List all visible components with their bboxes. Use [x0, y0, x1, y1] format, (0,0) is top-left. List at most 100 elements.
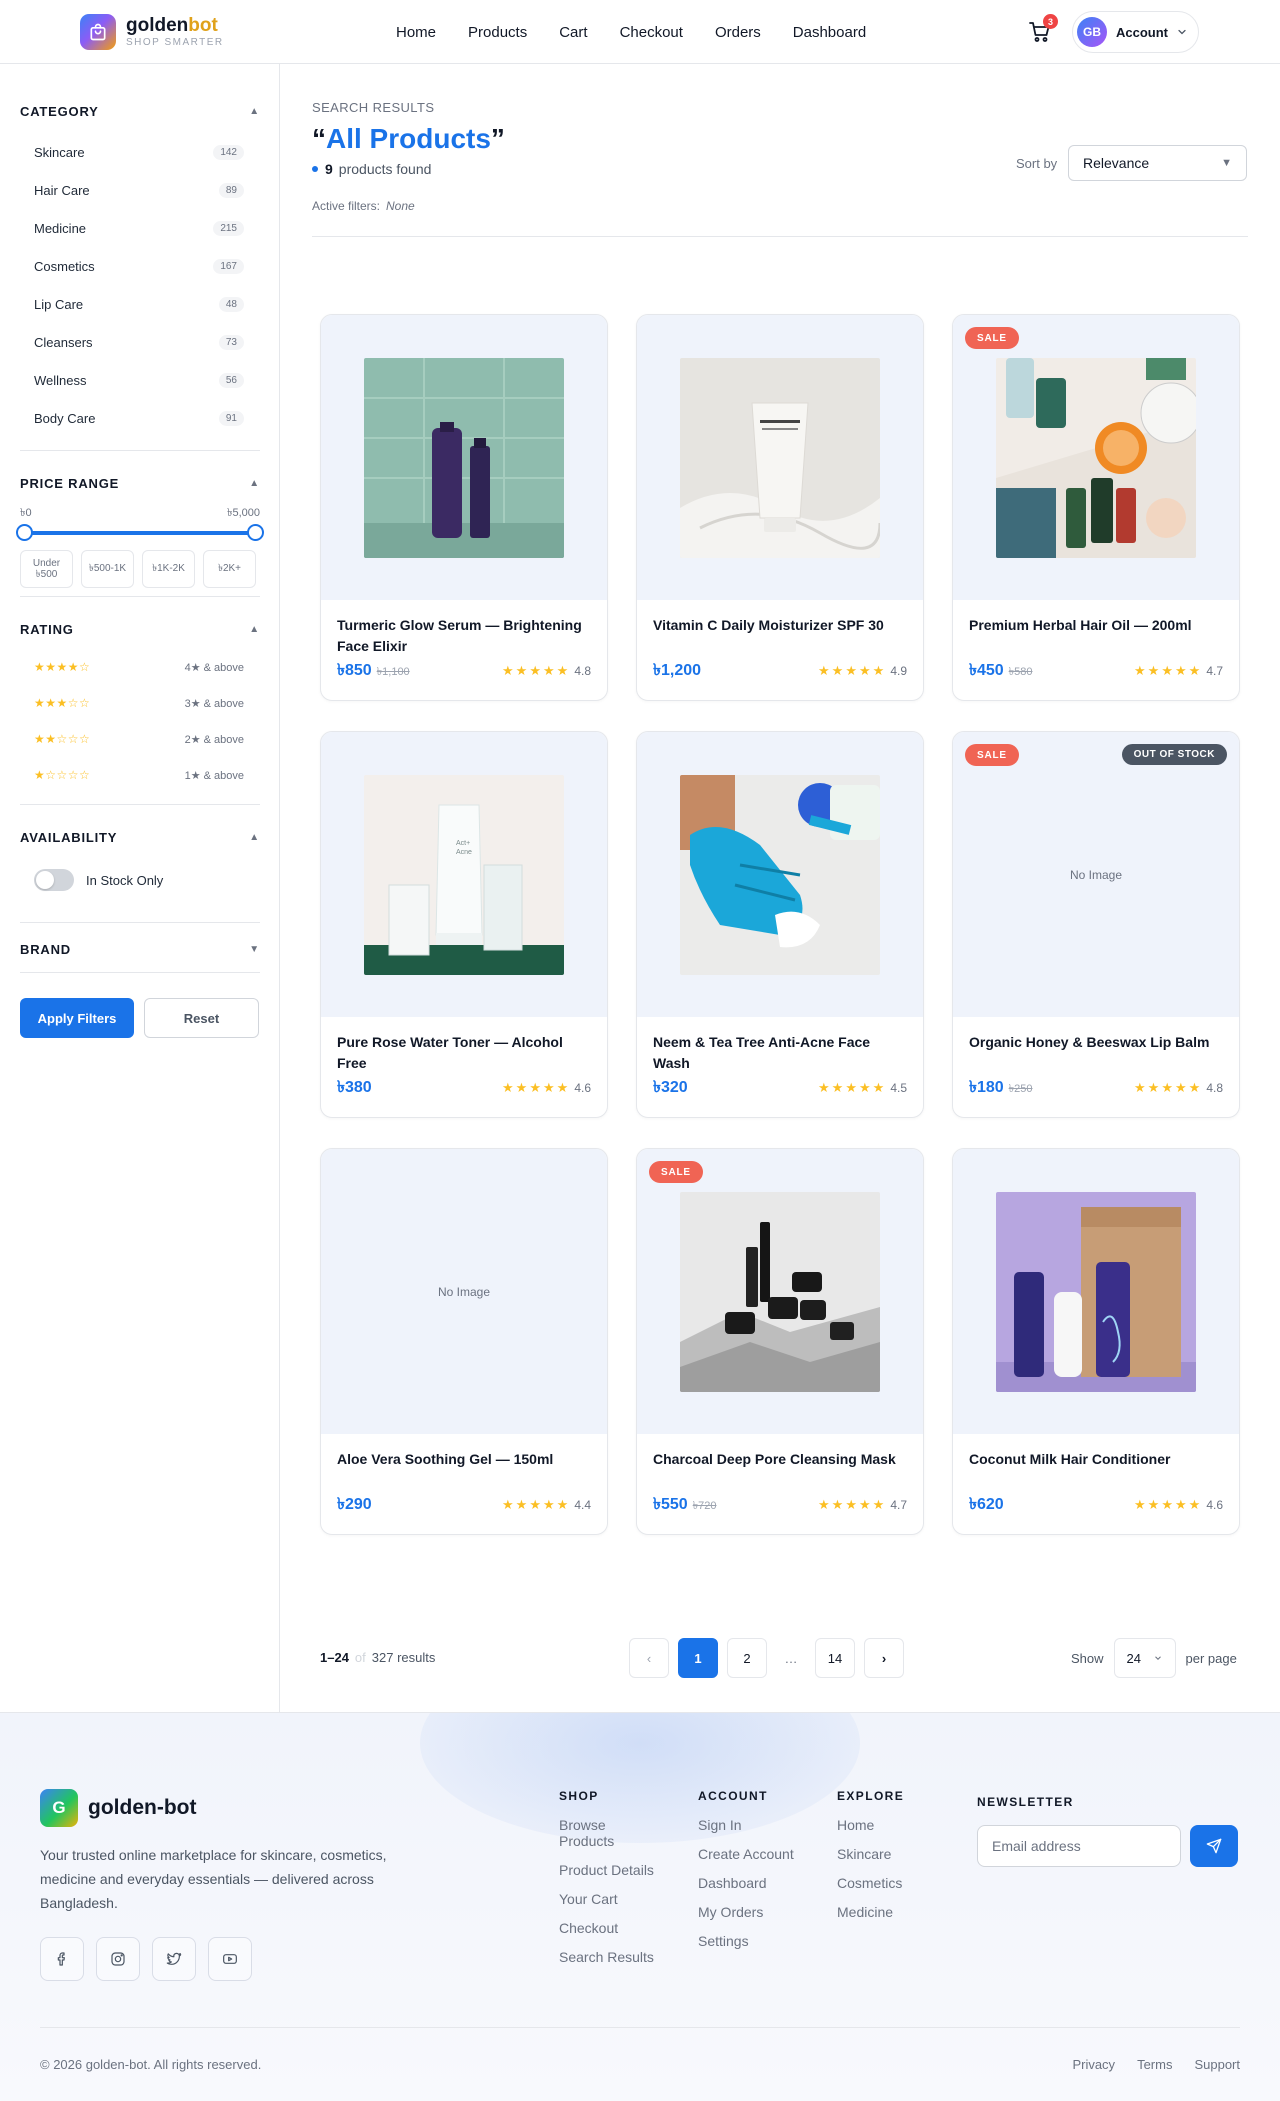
product-image-area[interactable]: No Image — [321, 1149, 607, 1434]
product-card[interactable]: Neem & Tea Tree Anti-Acne Face Wash ৳320 ★… — [636, 731, 924, 1118]
product-name[interactable]: Pure Rose Water Toner — Alcohol Free — [337, 1032, 591, 1074]
nav-checkout[interactable]: Checkout — [604, 24, 699, 41]
footer-link-search-results[interactable]: Search Results — [559, 1949, 659, 1965]
price-chip-2k-plus[interactable]: ৳2K+ — [203, 550, 256, 588]
footer-link-checkout[interactable]: Checkout — [559, 1920, 659, 1936]
product-name[interactable]: Premium Herbal Hair Oil — 200ml — [969, 615, 1223, 657]
page-button-2[interactable]: 2 — [727, 1638, 767, 1678]
footer-link-product-details[interactable]: Product Details — [559, 1862, 659, 1878]
product-name[interactable]: Charcoal Deep Pore Cleansing Mask — [653, 1449, 907, 1491]
footer-link-dashboard[interactable]: Dashboard — [698, 1875, 798, 1891]
footer-link-create-account[interactable]: Create Account — [698, 1846, 798, 1862]
in-stock-toggle[interactable] — [34, 869, 74, 891]
product-image-area[interactable] — [953, 1149, 1239, 1434]
rating-option-3[interactable]: ★★★☆☆ 3★ & above — [20, 685, 260, 721]
product-image-area[interactable]: SALE — [953, 315, 1239, 600]
footer-brand[interactable]: G golden-bot — [40, 1789, 196, 1827]
availability-header[interactable]: AVAILABILITY ▲ — [20, 830, 260, 845]
account-menu-button[interactable]: GB Account — [1072, 11, 1199, 53]
product-card[interactable]: SALE Charcoal Deep Pore Cleansing Mask ৳55… — [636, 1148, 924, 1535]
product-card[interactable]: SALE Premium Herbal Hair Oil — 200ml ৳450 ৳… — [952, 314, 1240, 701]
cart-button[interactable]: 3 — [1028, 14, 1058, 46]
divider — [20, 804, 260, 805]
product-name[interactable]: Aloe Vera Soothing Gel — 150ml — [337, 1449, 591, 1491]
twitter-link[interactable] — [152, 1937, 196, 1981]
footer-link-your-cart[interactable]: Your Cart — [559, 1891, 659, 1907]
product-image-area[interactable] — [637, 315, 923, 600]
price-chip-1k-2k[interactable]: ৳1K-2K — [142, 550, 195, 588]
nav-products[interactable]: Products — [452, 24, 543, 41]
nav-dashboard[interactable]: Dashboard — [777, 24, 882, 41]
brand-logo[interactable]: goldenbot SHOP SMARTER — [80, 14, 224, 50]
youtube-link[interactable] — [208, 1937, 252, 1981]
category-item-skincare[interactable]: Skincare 142 — [20, 133, 260, 171]
newsletter-submit-button[interactable] — [1190, 1825, 1238, 1867]
nav-orders[interactable]: Orders — [699, 24, 777, 41]
footer-link-settings[interactable]: Settings — [698, 1933, 798, 1949]
footer-link-home[interactable]: Home — [837, 1817, 937, 1833]
footer-link-cosmetics[interactable]: Cosmetics — [837, 1875, 937, 1891]
star-icons: ★★★☆☆ — [34, 696, 91, 710]
product-name[interactable]: Coconut Milk Hair Conditioner — [969, 1449, 1223, 1491]
price-range-slider[interactable] — [16, 523, 264, 543]
product-card[interactable]: Act+ Acne Pure Rose Water Toner — Alcohol … — [320, 731, 608, 1118]
instagram-link[interactable] — [96, 1937, 140, 1981]
product-rating: ★★★★★ 4.5 — [818, 1080, 907, 1096]
sort-select[interactable]: Relevance ▼ — [1068, 145, 1247, 181]
rating-option-1[interactable]: ★☆☆☆☆ 1★ & above — [20, 757, 260, 793]
rating-header[interactable]: RATING ▲ — [20, 622, 260, 637]
category-item-medicine[interactable]: Medicine 215 — [20, 209, 260, 247]
product-name[interactable]: Neem & Tea Tree Anti-Acne Face Wash — [653, 1032, 907, 1074]
per-page-select[interactable]: 24 — [1113, 1638, 1176, 1678]
footer-link-sign-in[interactable]: Sign In — [698, 1817, 798, 1833]
product-card[interactable]: Vitamin C Daily Moisturizer SPF 30 ৳1,200… — [636, 314, 924, 701]
product-card[interactable]: No Image Aloe Vera Soothing Gel — 150ml ৳2… — [320, 1148, 608, 1535]
prev-page-button[interactable]: ‹ — [629, 1638, 669, 1678]
price-chip-500-1k[interactable]: ৳500-1K — [81, 550, 134, 588]
product-image-area[interactable]: SALE — [637, 1149, 923, 1434]
rating-option-2[interactable]: ★★☆☆☆ 2★ & above — [20, 721, 260, 757]
price-range-header[interactable]: PRICE RANGE ▲ — [20, 476, 260, 491]
facebook-link[interactable] — [40, 1937, 84, 1981]
footer-link-my-orders[interactable]: My Orders — [698, 1904, 798, 1920]
slider-max-handle[interactable] — [247, 524, 264, 541]
reset-filters-button[interactable]: Reset — [144, 998, 259, 1038]
product-name[interactable]: Turmeric Glow Serum — Brightening Face E… — [337, 615, 591, 657]
product-image-area[interactable] — [321, 315, 607, 600]
product-name[interactable]: Vitamin C Daily Moisturizer SPF 30 — [653, 615, 907, 657]
page-button-1[interactable]: 1 — [678, 1638, 718, 1678]
footer-link-browse-products[interactable]: Browse Products — [559, 1817, 629, 1849]
product-image-area[interactable]: No Image SALE OUT OF STOCK — [953, 732, 1239, 1017]
slider-min-handle[interactable] — [16, 524, 33, 541]
newsletter-email-input[interactable]: Email address — [977, 1825, 1181, 1867]
product-image-area[interactable]: Act+ Acne — [321, 732, 607, 1017]
category-header[interactable]: CATEGORY ▲ — [20, 104, 260, 119]
category-item-lip-care[interactable]: Lip Care 48 — [20, 285, 260, 323]
product-card[interactable]: No Image SALE OUT OF STOCK Organic Honey & … — [952, 731, 1240, 1118]
category-item-wellness[interactable]: Wellness 56 — [20, 361, 260, 399]
footer-link-medicine[interactable]: Medicine — [837, 1904, 937, 1920]
category-item-cosmetics[interactable]: Cosmetics 167 — [20, 247, 260, 285]
product-card[interactable]: Coconut Milk Hair Conditioner ৳620 ★★★★★ 4.… — [952, 1148, 1240, 1535]
collapse-arrow-icon: ▲ — [249, 478, 260, 489]
account-label: Account — [1116, 24, 1168, 40]
nav-home[interactable]: Home — [380, 24, 452, 41]
footer-link-terms[interactable]: Terms — [1137, 2057, 1172, 2072]
category-item-cleansers[interactable]: Cleansers 73 — [20, 323, 260, 361]
nav-cart[interactable]: Cart — [543, 24, 603, 41]
product-card[interactable]: Turmeric Glow Serum — Brightening Face E… — [320, 314, 608, 701]
rating-option-4[interactable]: ★★★★☆ 4★ & above — [20, 649, 260, 685]
product-rating: ★★★★★ 4.8 — [502, 663, 591, 679]
page-button-14[interactable]: 14 — [815, 1638, 855, 1678]
product-name[interactable]: Organic Honey & Beeswax Lip Balm — [969, 1032, 1223, 1074]
product-image-area[interactable] — [637, 732, 923, 1017]
brand-header[interactable]: BRAND ▼ — [20, 942, 260, 957]
footer-link-support[interactable]: Support — [1194, 2057, 1240, 2072]
apply-filters-button[interactable]: Apply Filters — [20, 998, 134, 1038]
footer-link-skincare[interactable]: Skincare — [837, 1846, 937, 1862]
category-item-hair-care[interactable]: Hair Care 89 — [20, 171, 260, 209]
category-item-body-care[interactable]: Body Care 91 — [20, 399, 260, 437]
next-page-button[interactable]: › — [864, 1638, 904, 1678]
footer-link-privacy[interactable]: Privacy — [1072, 2057, 1115, 2072]
price-chip-under-500[interactable]: Under ৳500 — [20, 550, 73, 588]
